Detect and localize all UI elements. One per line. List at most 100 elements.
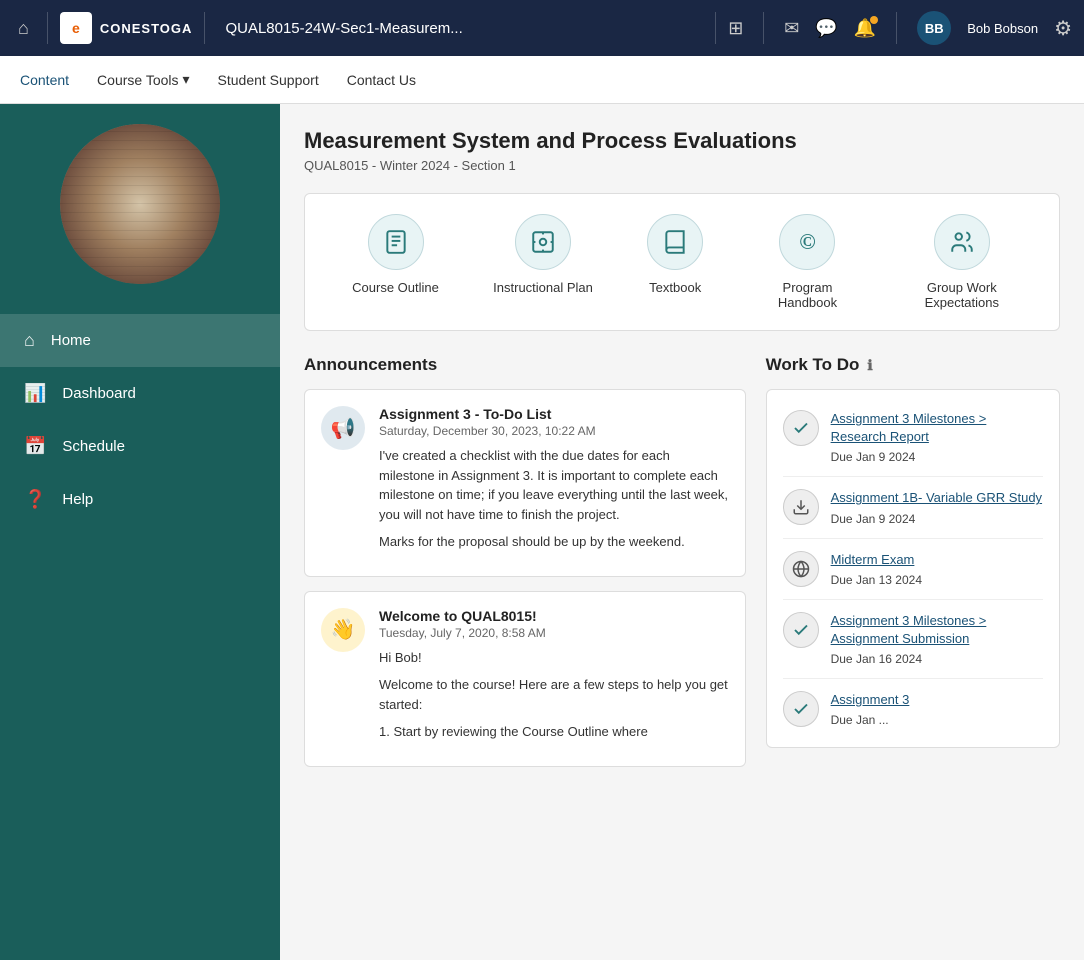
notification-dot [870,16,878,24]
announcement-body-1: I've created a checklist with the due da… [379,446,729,552]
divider-2 [204,12,205,44]
quick-link-textbook[interactable]: Textbook [647,214,703,310]
work-todo-item-3: Midterm Exam Due Jan 13 2024 [783,539,1043,600]
top-bar: ⌂ e CONESTOGA QUAL8015-24W-Sec1-Measurem… [0,0,1084,56]
divider-3 [715,12,716,44]
announcement-card-2: 👋 Welcome to QUAL8015! Tuesday, July 7, … [304,591,746,767]
announcement-title-2: Welcome to QUAL8015! [379,608,729,624]
work-todo-card: Assignment 3 Milestones > Research Repor… [766,389,1060,748]
work-todo-content-1: Assignment 3 Milestones > Research Repor… [831,410,1043,464]
work-todo-link-4[interactable]: Assignment 3 Milestones > Assignment Sub… [831,612,1043,648]
nav-course-tools-label: Course Tools [97,72,178,88]
work-todo-title-text: Work To Do [766,355,860,375]
textbook-icon [647,214,703,270]
work-todo-link-3[interactable]: Midterm Exam [831,551,922,569]
course-outline-icon [368,214,424,270]
work-todo-content-5: Assignment 3 Due Jan ... [831,691,910,727]
quick-link-group-work[interactable]: Group Work Expectations [912,214,1012,310]
announcement-text-1a: I've created a checklist with the due da… [379,446,729,524]
dashboard-icon: 📊 [24,383,46,404]
work-todo-link-1[interactable]: Assignment 3 Milestones > Research Repor… [831,410,1043,446]
user-avatar[interactable]: BB [917,11,951,45]
main-container: ⌂ Home 📊 Dashboard 📅 Schedule ❓ Help Mea… [0,104,1084,960]
work-todo-link-2[interactable]: Assignment 1B- Variable GRR Study [831,489,1042,507]
work-check-icon-1 [783,410,819,446]
announcement-date-1: Saturday, December 30, 2023, 10:22 AM [379,424,729,438]
top-bar-icons: ⊞ ✉ 💬 🔔 BB Bob Bobson ⚙ [728,11,1072,45]
course-outline-label: Course Outline [352,280,439,295]
announcement-header-1: 📢 Assignment 3 - To-Do List Saturday, De… [321,406,729,560]
course-header: Measurement System and Process Evaluatio… [304,128,1060,173]
work-due-2: Due Jan 9 2024 [831,512,916,526]
divider-1 [47,12,48,44]
announcement-text-2a: Hi Bob! [379,648,729,668]
sidebar-help-label: Help [62,491,93,508]
nav-student-support[interactable]: Student Support [218,68,319,92]
logo-container: e CONESTOGA [60,12,193,44]
announcements-col: Announcements 📢 Assignment 3 - To-Do Lis… [304,355,746,781]
announcement-text-2c: 1. Start by reviewing the Course Outline… [379,722,729,742]
sidebar-item-dashboard[interactable]: 📊 Dashboard [0,367,280,420]
work-due-3: Due Jan 13 2024 [831,573,922,587]
work-due-5: Due Jan ... [831,713,889,727]
nav-course-tools[interactable]: Course Tools ▾ [97,67,189,92]
help-icon: ❓ [24,489,46,510]
course-image [60,124,220,284]
sidebar-nav: ⌂ Home 📊 Dashboard 📅 Schedule ❓ Help [0,314,280,526]
instructional-plan-icon [515,214,571,270]
logo-text: CONESTOGA [100,21,193,36]
schedule-icon: 📅 [24,436,46,457]
quick-link-program-handbook[interactable]: © Program Handbook [757,214,857,310]
work-download-icon-2 [783,489,819,525]
nav-content[interactable]: Content [20,68,69,92]
work-check-icon-5 [783,691,819,727]
announcement-icon-1: 📢 [321,406,365,450]
notification-wrapper: 🔔 [854,18,876,39]
secondary-nav: Content Course Tools ▾ Student Support C… [0,56,1084,104]
sidebar-image [0,104,280,304]
announcement-card-1: 📢 Assignment 3 - To-Do List Saturday, De… [304,389,746,577]
announcement-title-1: Assignment 3 - To-Do List [379,406,729,422]
quick-link-instructional-plan[interactable]: Instructional Plan [493,214,593,310]
sidebar-item-schedule[interactable]: 📅 Schedule [0,420,280,473]
work-todo-link-5[interactable]: Assignment 3 [831,691,910,709]
sidebar: ⌂ Home 📊 Dashboard 📅 Schedule ❓ Help [0,104,280,960]
divider-4 [763,12,764,44]
content-area: Measurement System and Process Evaluatio… [280,104,1084,960]
work-todo-item-1: Assignment 3 Milestones > Research Repor… [783,398,1043,477]
program-handbook-label: Program Handbook [757,280,857,310]
course-title: Measurement System and Process Evaluatio… [304,128,1060,154]
nav-contact-us[interactable]: Contact Us [347,68,416,92]
home-icon: ⌂ [24,330,35,351]
grid-icon[interactable]: ⊞ [728,18,743,39]
chat-icon[interactable]: 💬 [815,18,837,39]
divider-5 [896,12,897,44]
sidebar-schedule-label: Schedule [62,438,125,455]
work-due-1: Due Jan 9 2024 [831,450,916,464]
work-todo-item-4: Assignment 3 Milestones > Assignment Sub… [783,600,1043,679]
gauge-artwork [60,124,220,284]
quick-link-course-outline[interactable]: Course Outline [352,214,439,310]
work-globe-icon-3 [783,551,819,587]
sidebar-item-help[interactable]: ❓ Help [0,473,280,526]
announcement-header-2: 👋 Welcome to QUAL8015! Tuesday, July 7, … [321,608,729,750]
user-name: Bob Bobson [967,21,1038,36]
announcement-meta-1: Assignment 3 - To-Do List Saturday, Dece… [379,406,729,560]
announcement-meta-2: Welcome to QUAL8015! Tuesday, July 7, 20… [379,608,729,750]
home-nav-icon[interactable]: ⌂ [12,12,35,45]
work-todo-title: Work To Do ℹ [766,355,1060,375]
logo-box: e [60,12,92,44]
work-todo-info-icon[interactable]: ℹ [867,357,872,374]
mail-icon[interactable]: ✉ [784,18,799,39]
instructional-plan-label: Instructional Plan [493,280,593,295]
textbook-label: Textbook [649,280,701,295]
sidebar-item-home[interactable]: ⌂ Home [0,314,280,367]
work-todo-content-2: Assignment 1B- Variable GRR Study Due Ja… [831,489,1042,525]
announcement-text-2b: Welcome to the course! Here are a few st… [379,675,729,714]
work-todo-item-2: Assignment 1B- Variable GRR Study Due Ja… [783,477,1043,538]
work-check-icon-4 [783,612,819,648]
settings-icon[interactable]: ⚙ [1054,16,1072,41]
announcement-icon-2: 👋 [321,608,365,652]
announcement-text-1b: Marks for the proposal should be up by t… [379,532,729,552]
group-work-label: Group Work Expectations [912,280,1012,310]
